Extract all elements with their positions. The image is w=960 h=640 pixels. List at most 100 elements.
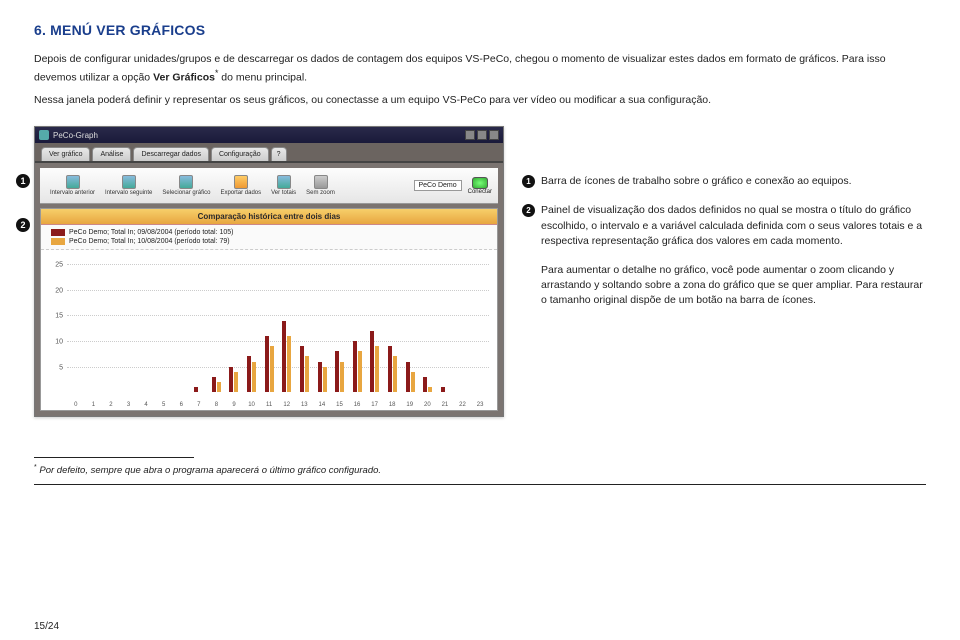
next-label: Intervalo seguinte [105,190,152,196]
chart-plot[interactable]: 510152025 012345678910111213141516171819… [41,250,497,410]
bar-series-2 [428,387,432,392]
tab-analise[interactable]: Análise [92,147,131,161]
x-tick-label: 8 [208,402,226,408]
desc-num-2: 2 [522,204,535,217]
bar-series-1 [318,362,322,393]
bottom-rule [34,484,926,485]
desc-item-1: 1 Barra de ícones de trabalho sobre o gr… [522,174,926,189]
chart-title: Comparação histórica entre dois dias [41,209,497,225]
titlebar: PeCo-Graph [35,127,503,143]
footnote: * Por defeito, sempre que abra o program… [34,464,926,476]
bar-series-2 [358,351,362,392]
tab-ver-grafico[interactable]: Ver gráfico [41,147,90,161]
x-tick-label: 1 [85,402,103,408]
x-tick-label: 13 [296,402,314,408]
callout-marker-1: 1 [16,174,30,188]
nozoom-icon [314,175,328,189]
legend-swatch-1 [51,229,65,236]
maximize-button[interactable] [477,130,487,140]
export-label: Exportar dados [220,190,261,196]
x-tick-label: 5 [155,402,173,408]
tab-help[interactable]: ? [271,147,287,161]
intro-paragraph-1: Depois de configurar unidades/grupos e d… [34,52,926,86]
bar-series-2 [375,346,379,392]
figure-column: 1 2 PeCo-Graph Ver gráfico Análise Desca… [34,126,504,417]
x-tick-label: 19 [401,402,419,408]
x-tick-label: 17 [366,402,384,408]
connect-button[interactable]: Conectar [468,177,492,195]
x-tick-label: 4 [137,402,155,408]
next-interval-button[interactable]: Intervalo seguinte [101,173,156,198]
x-tick-label: 0 [67,402,85,408]
y-tick-label: 25 [45,262,63,269]
tab-configuracao[interactable]: Configuração [211,147,269,161]
export-button[interactable]: Exportar dados [216,173,265,198]
desc-num-1: 1 [522,175,535,188]
bar-series-1 [406,362,410,393]
app-title: PeCo-Graph [49,131,463,140]
legend-text-2: PeCo Demo; Total In; 10/08/2004 (período… [69,238,230,245]
next-icon [122,175,136,189]
prev-label: Intervalo anterior [50,190,95,196]
x-tick-label: 22 [454,402,472,408]
bar-series-1 [335,351,339,392]
intro-paragraph-2: Nessa janela poderá definir y representa… [34,93,926,108]
select-label: Selecionar gráfico [162,190,210,196]
bar-series-2 [305,356,309,392]
bar-series-2 [323,367,327,393]
nozoom-button[interactable]: Sem zoom [302,173,339,198]
desc-text-1: Barra de ícones de trabalho sobre o gráf… [541,174,852,189]
legend-swatch-2 [51,238,65,245]
connect-icon [472,177,488,189]
bar-series-2 [393,356,397,392]
bar-series-2 [287,336,291,392]
connect-label: Conectar [468,189,492,195]
bar-series-1 [247,356,251,392]
close-button[interactable] [489,130,499,140]
app-window: PeCo-Graph Ver gráfico Análise Descarreg… [34,126,504,417]
bar-series-1 [300,346,304,392]
minimize-button[interactable] [465,130,475,140]
desc-text-3: Para aumentar o detalhe no gráfico, você… [541,263,926,309]
bar-series-1 [229,367,233,393]
footnote-separator [34,457,194,458]
x-tick-label: 23 [471,402,489,408]
export-icon [234,175,248,189]
page-number: 15/24 [34,621,59,632]
x-tick-label: 3 [120,402,138,408]
bar-series-2 [252,362,256,393]
device-select[interactable]: PeCo Demo [414,180,462,191]
x-tick-label: 10 [243,402,261,408]
bar-series-2 [270,346,274,392]
x-tick-label: 20 [419,402,437,408]
tab-descarregar[interactable]: Descarregar dados [133,147,209,161]
y-tick-label: 20 [45,287,63,294]
x-tick-label: 6 [172,402,190,408]
bar-series-1 [441,387,445,392]
totals-label: Ver totais [271,190,296,196]
totals-button[interactable]: Ver totais [267,173,300,198]
select-chart-button[interactable]: Selecionar gráfico [158,173,214,198]
desc-item-3: Para aumentar o detalhe no gráfico, você… [522,263,926,309]
app-icon [39,130,49,140]
bar-series-2 [340,362,344,393]
tabbar: Ver gráfico Análise Descarregar dados Co… [35,143,503,163]
x-tick-label: 18 [383,402,401,408]
bar-series-1 [370,331,374,392]
x-tick-label: 11 [260,402,278,408]
x-tick-label: 12 [278,402,296,408]
bar-series-1 [212,377,216,392]
p1-b: do menu principal. [218,72,307,84]
legend-text-1: PeCo Demo; Total In; 09/08/2004 (período… [69,229,233,236]
bar-series-1 [282,321,286,393]
totals-icon [277,175,291,189]
bar-series-2 [217,382,221,392]
footnote-text: Por defeito, sempre que abra o programa … [39,465,381,476]
prev-interval-button[interactable]: Intervalo anterior [46,173,99,198]
desc-item-2: 2 Painel de visualização dos dados defin… [522,203,926,249]
desc-text-2: Painel de visualização dos dados definid… [541,203,926,249]
p1-bold: Ver Gráficos [153,72,215,84]
x-tick-label: 15 [331,402,349,408]
description-column: 1 Barra de ícones de trabalho sobre o gr… [522,126,926,323]
callout-marker-2: 2 [16,218,30,232]
